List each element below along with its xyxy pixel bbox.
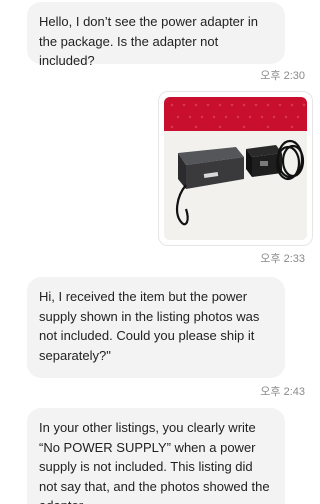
message-timestamp: 오후 2:43 xyxy=(260,386,305,398)
message-text: Hello, I don’t see the power adapter in … xyxy=(39,14,258,68)
product-photo[interactable] xyxy=(164,97,307,240)
image-message[interactable] xyxy=(158,91,313,246)
message-timestamp: 오후 2:33 xyxy=(260,253,305,265)
fabric-background xyxy=(164,97,307,133)
message-bubble: Hello, I don’t see the power adapter in … xyxy=(27,2,285,68)
adapter-label xyxy=(260,161,268,166)
message-bubble: Hi, I received the item but the power su… xyxy=(27,277,285,378)
message-bubble: In your other listings, you clearly writ… xyxy=(27,408,285,504)
chat-thread[interactable]: Hello, I don’t see the power adapter in … xyxy=(0,0,315,504)
message-text: Hi, I received the item but the power su… xyxy=(39,289,260,363)
message-text: In your other listings, you clearly writ… xyxy=(39,420,270,504)
message-timestamp: 오후 2:30 xyxy=(260,70,305,82)
photo-image xyxy=(164,97,307,240)
